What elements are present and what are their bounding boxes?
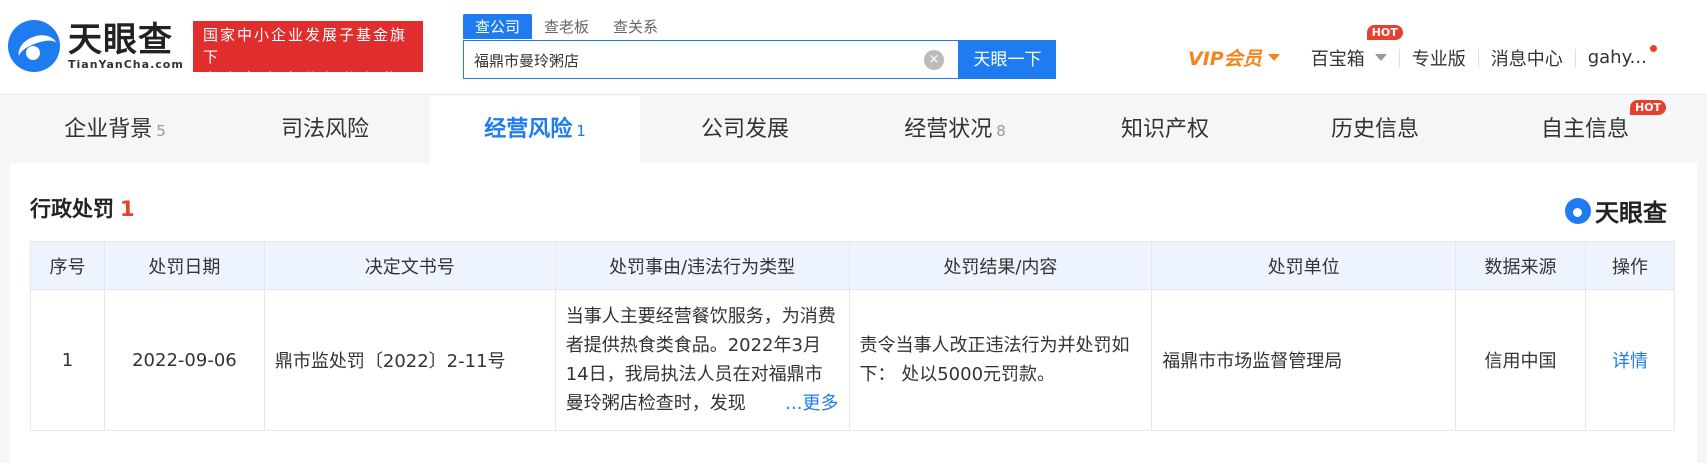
hot-badge: HOT	[1366, 24, 1403, 40]
badge-line-2: 官方备案企业征信机构	[203, 70, 404, 88]
tab-enterprise-background[interactable]: 企业背景 5	[10, 96, 220, 163]
notification-dot-icon	[1649, 45, 1657, 52]
divider	[1298, 49, 1299, 67]
tab-self-info[interactable]: 自主信息 HOT	[1480, 96, 1690, 163]
more-link[interactable]: ...更多	[781, 389, 839, 418]
tab-company-development[interactable]: 公司发展	[640, 96, 850, 163]
category-tabs: 企业背景 5 司法风险 经营风险 1 公司发展 经营状况 8 知识产权 历史信息 自主…	[10, 96, 1697, 163]
baibaoxiang-menu[interactable]: 百宝箱 HOT	[1310, 24, 1403, 71]
search-tab-relation[interactable]: 查关系	[601, 14, 670, 39]
search-tab-boss[interactable]: 查老板	[532, 14, 601, 39]
caret-down-icon	[1267, 54, 1280, 61]
section-count: 1	[120, 197, 135, 221]
tianyancha-logo-icon	[1565, 197, 1591, 224]
search-box: ×	[463, 40, 959, 79]
col-reason: 处罚事由/违法行为类型	[554, 241, 850, 290]
divider	[1574, 48, 1576, 67]
col-date: 处罚日期	[103, 241, 265, 290]
clear-icon[interactable]: ×	[924, 50, 944, 70]
cell-source: 信用中国	[1455, 289, 1586, 431]
vip-menu[interactable]: VIP会员	[1188, 44, 1280, 71]
cell-reason: 当事人主要经营餐饮服务，为消费者提供热食类食品。2022年3月14日，我局执法人…	[554, 289, 850, 431]
section-title: 行政处罚 1	[30, 197, 135, 221]
logo[interactable]: 天眼查 TianYanCha.com	[8, 20, 184, 72]
logo-subtitle: TianYanCha.com	[68, 57, 184, 71]
detail-link[interactable]: 详情	[1612, 351, 1648, 372]
admin-penalty-section: 行政处罚 1 天眼查 序号 处罚日期 决定文书号 处罚事由/违法行为类型 处罚结果…	[10, 163, 1697, 463]
tab-judicial-risk[interactable]: 司法风险	[220, 96, 430, 163]
search-button[interactable]: 天眼一下	[959, 40, 1056, 79]
top-header: 天眼查 TianYanCha.com 国家中小企业发展子基金旗下 官方备案企业征…	[0, 0, 1707, 95]
col-unit: 处罚单位	[1151, 241, 1457, 290]
hot-badge: HOT	[1630, 100, 1667, 115]
cell-result: 责令当事人改正违法行为并处罚如下： 处以5000元罚款。	[848, 289, 1153, 431]
tab-business-risk[interactable]: 经营风险 1	[430, 96, 640, 163]
table-row: 1 2022-09-06 鼎市监处罚〔2022〕2-11号 当事人主要经营餐饮服…	[30, 289, 1676, 431]
tab-intellectual-property[interactable]: 知识产权	[1060, 96, 1270, 163]
col-action: 操作	[1584, 241, 1676, 290]
tab-history-info[interactable]: 历史信息	[1270, 96, 1480, 163]
badge-line-1: 国家中小企业发展子基金旗下	[203, 26, 408, 66]
cell-doc-no: 鼎市监处罚〔2022〕2-11号	[263, 289, 556, 431]
search-type-tabs: 查公司 查老板 查关系	[463, 14, 670, 39]
user-name: gahy...	[1587, 47, 1647, 68]
col-result: 处罚结果/内容	[848, 241, 1153, 290]
search-input[interactable]	[474, 49, 914, 71]
search-tab-company[interactable]: 查公司	[463, 14, 533, 39]
cell-action: 详情	[1584, 289, 1676, 431]
divider	[1477, 48, 1479, 67]
tab-business-status[interactable]: 经营状况 8	[850, 96, 1060, 163]
table-header-row: 序号 处罚日期 决定文书号 处罚事由/违法行为类型 处罚结果/内容 处罚单位 数…	[30, 241, 1676, 290]
divider	[1398, 48, 1400, 67]
col-doc-no: 决定文书号	[263, 241, 556, 290]
section-brand: 天眼查	[1565, 193, 1667, 228]
pro-version-link[interactable]: 专业版	[1412, 45, 1466, 71]
tianyancha-logo-icon	[8, 20, 60, 72]
user-menu[interactable]: gahy...	[1587, 45, 1657, 68]
vip-label: VIP会员	[1188, 48, 1262, 70]
cell-unit: 福鼎市市场监督管理局	[1151, 289, 1457, 431]
baibaoxiang-label: 百宝箱	[1310, 48, 1365, 70]
col-index: 序号	[30, 241, 105, 290]
official-badge: 国家中小企业发展子基金旗下 官方备案企业征信机构	[193, 21, 423, 88]
top-nav: VIP会员 百宝箱 HOT 专业版 消息中心 gahy...	[1188, 24, 1657, 71]
logo-title: 天眼查	[68, 19, 173, 60]
cell-date: 2022-09-06	[103, 289, 265, 431]
col-source: 数据来源	[1455, 241, 1586, 290]
cell-index: 1	[30, 289, 105, 431]
caret-down-icon	[1374, 54, 1387, 61]
message-center-link[interactable]: 消息中心	[1491, 45, 1563, 71]
penalty-table: 序号 处罚日期 决定文书号 处罚事由/违法行为类型 处罚结果/内容 处罚单位 数…	[30, 241, 1676, 431]
